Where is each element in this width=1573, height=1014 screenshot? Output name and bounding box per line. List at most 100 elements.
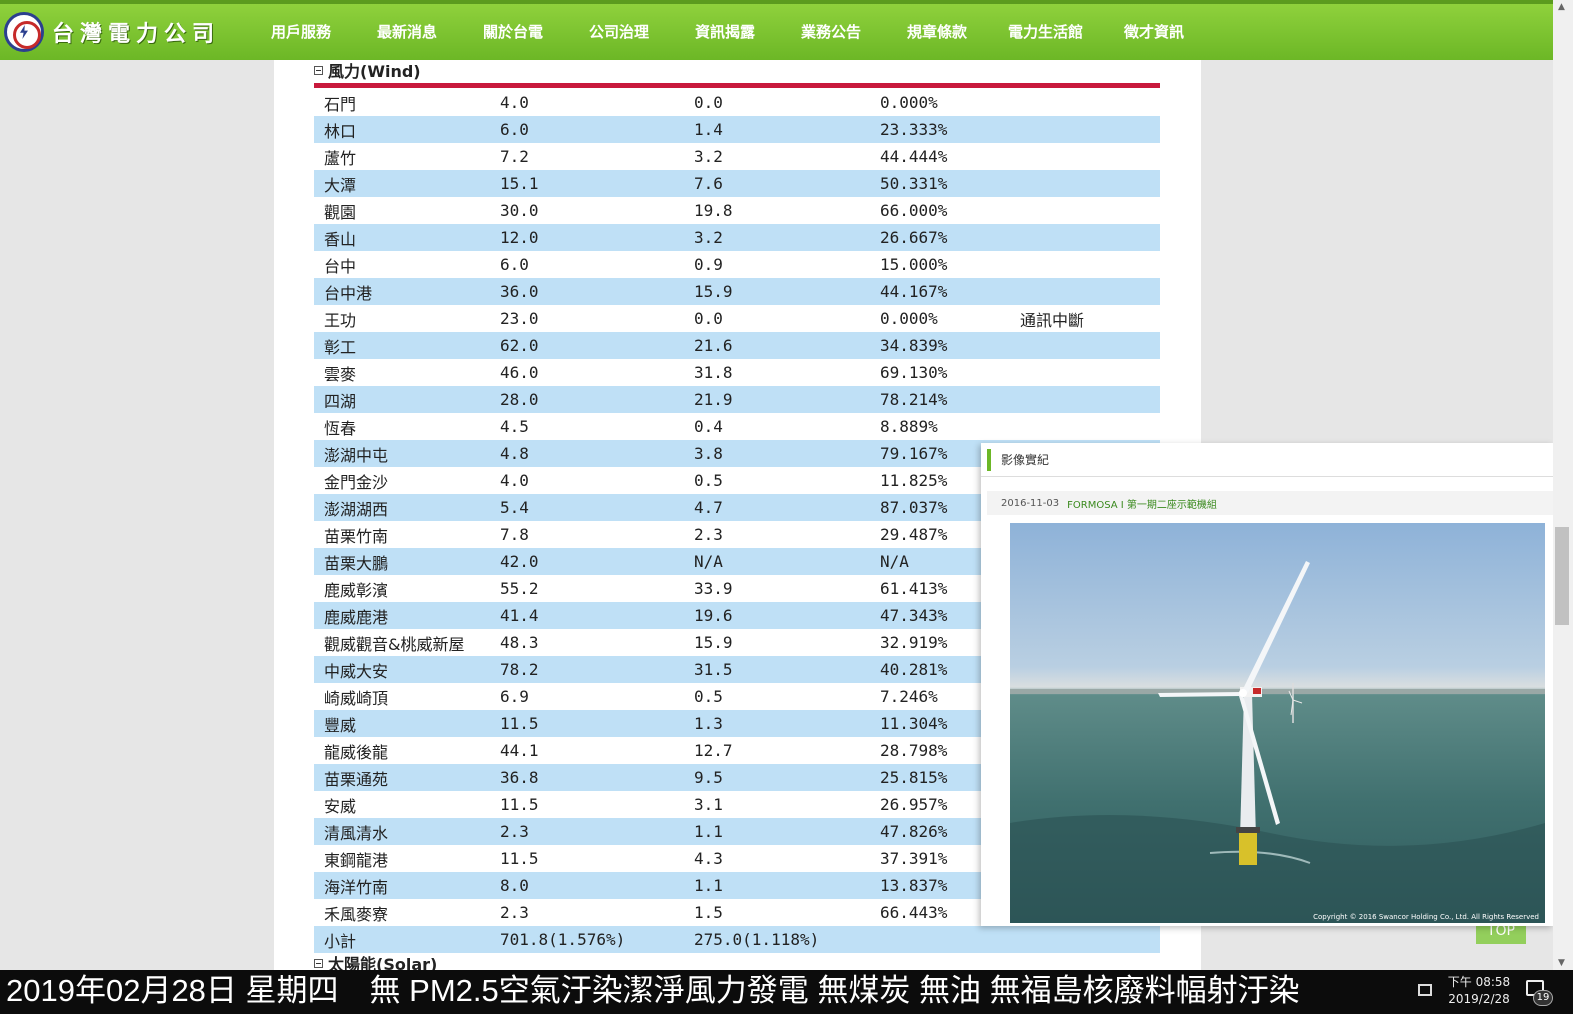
station-name: 安威: [324, 796, 357, 816]
nav-item[interactable]: 規章條款: [884, 4, 990, 60]
capacity-value: 701.8(1.576%): [500, 930, 626, 949]
capacity-value: 11.5: [500, 849, 539, 868]
page-scrollbar[interactable]: ▲ ▼: [1553, 0, 1573, 970]
notification-count-badge: 19: [1533, 990, 1553, 1006]
section-divider: [314, 83, 1160, 88]
table-row: 四湖 28.0 21.9 78.214%: [314, 386, 1160, 413]
nav-item[interactable]: 資訊揭露: [672, 4, 778, 67]
nav-item[interactable]: 業務公告: [778, 4, 884, 60]
scroll-thumb[interactable]: [1555, 527, 1569, 625]
ratio-value: 50.331%: [880, 174, 948, 193]
news-ticker-bar: 2019年02月28日 星期四 無 PM2.5空氣汙染潔淨風力發電 無煤炭 無油…: [0, 970, 1573, 1014]
capacity-value: 12.0: [500, 228, 539, 247]
scroll-up-arrow-icon[interactable]: ▲: [1558, 2, 1565, 12]
output-value: 9.5: [694, 768, 723, 787]
station-name: 恆春: [324, 418, 357, 438]
capacity-value: 4.5: [500, 417, 529, 436]
station-name: 鹿威彰濱: [324, 580, 389, 600]
image-popup: 影像實紀 2016-11-03 FORMOSA I 第一期二座示範機組 Copy…: [981, 443, 1553, 926]
section-header-wind[interactable]: 風力(Wind): [314, 60, 421, 81]
ratio-value: 8.889%: [880, 417, 938, 436]
popup-accent-bar: [987, 448, 991, 471]
station-name: 四湖: [324, 391, 357, 411]
output-value: 4.3: [694, 849, 723, 868]
station-name: 觀威觀音&桃威新屋: [324, 634, 465, 654]
scroll-down-arrow-icon[interactable]: ▼: [1558, 958, 1565, 968]
capacity-value: 11.5: [500, 795, 539, 814]
capacity-value: 7.2: [500, 147, 529, 166]
output-value: 15.9: [694, 633, 733, 652]
nav-item[interactable]: 用戶服務: [248, 4, 354, 60]
nav-item[interactable]: 關於台電: [460, 4, 566, 60]
ratio-value: 15.000%: [880, 255, 948, 274]
taipower-logo[interactable]: 台灣電力公司: [4, 12, 220, 52]
wind-turbine-illustration: [1010, 561, 1545, 923]
capacity-value: 6.0: [500, 255, 529, 274]
output-value: 7.6: [694, 174, 723, 193]
ratio-value: 44.167%: [880, 282, 948, 301]
photo-copyright: Copyright © 2016 Swancor Holding Co., Lt…: [1313, 913, 1539, 921]
table-row: 台中港 36.0 15.9 44.167%: [314, 278, 1160, 305]
output-value: 3.1: [694, 795, 723, 814]
capacity-value: 36.0: [500, 282, 539, 301]
wind-turbine-photo[interactable]: Copyright © 2016 Swancor Holding Co., Lt…: [1010, 523, 1545, 923]
nav-item[interactable]: 徵才資訊: [1101, 4, 1207, 60]
ratio-value: 23.333%: [880, 120, 948, 139]
station-name: 台中港: [324, 283, 373, 303]
output-value: 12.7: [694, 741, 733, 760]
output-value: 0.9: [694, 255, 723, 274]
collapse-icon[interactable]: [314, 958, 323, 968]
capacity-value: 4.8: [500, 444, 529, 463]
capacity-value: 41.4: [500, 606, 539, 625]
ratio-value: 78.214%: [880, 390, 948, 409]
popup-header: 影像實紀: [981, 443, 1553, 477]
table-row: 恆春 4.5 0.4 8.889%: [314, 413, 1160, 440]
popup-caption[interactable]: FORMOSA I 第一期二座示範機組: [1067, 496, 1217, 511]
station-name: 龍威後龍: [324, 742, 389, 762]
table-row: 蘆竹 7.2 3.2 44.444%: [314, 143, 1160, 170]
station-name: 清風清水: [324, 823, 389, 843]
station-name: 海洋竹南: [324, 877, 389, 897]
output-value: 0.5: [694, 687, 723, 706]
capacity-value: 2.3: [500, 822, 529, 841]
output-value: 1.3: [694, 714, 723, 733]
capacity-value: 36.8: [500, 768, 539, 787]
nav-item[interactable]: 電力生活館: [990, 4, 1101, 60]
capacity-value: 62.0: [500, 336, 539, 355]
station-name: 東鋼龍港: [324, 850, 389, 870]
station-name: 澎湖中屯: [324, 445, 389, 465]
section-title: 風力(Wind): [328, 62, 421, 81]
output-value: 31.8: [694, 363, 733, 382]
capacity-value: 78.2: [500, 660, 539, 679]
capacity-value: 46.0: [500, 363, 539, 382]
output-value: N/A: [694, 552, 723, 571]
capacity-value: 42.0: [500, 552, 539, 571]
ratio-value: 66.000%: [880, 201, 948, 220]
capacity-value: 8.0: [500, 876, 529, 895]
ratio-value: 34.839%: [880, 336, 948, 355]
output-value: 31.5: [694, 660, 733, 679]
collapse-icon[interactable]: [314, 65, 323, 75]
output-value: 21.6: [694, 336, 733, 355]
capacity-value: 44.1: [500, 741, 539, 760]
nav-item[interactable]: 公司治理: [566, 4, 672, 60]
tray-window-icon[interactable]: [1418, 984, 1432, 996]
nav-item[interactable]: 最新消息: [354, 4, 460, 60]
taskbar-clock[interactable]: 下午 08:58 2019/2/28: [1446, 974, 1512, 1008]
station-name: 林口: [324, 121, 357, 141]
table-row: 香山 12.0 3.2 26.667%: [314, 224, 1160, 251]
station-name: 蘆竹: [324, 148, 357, 168]
station-name: 崎威崎頂: [324, 688, 389, 708]
popup-title: 影像實紀: [1001, 453, 1050, 467]
clock-time: 下午 08:58: [1447, 975, 1511, 989]
capacity-value: 6.9: [500, 687, 529, 706]
ratio-value: 26.667%: [880, 228, 948, 247]
output-value: 1.5: [694, 903, 723, 922]
station-name: 金門金沙: [324, 472, 389, 492]
main-nav: 用戶服務 最新消息 關於台電 公司治理 資訊揭露 業務公告 規章條款 電力生活館 徵才資訊: [248, 4, 1207, 67]
table-row: 台中 6.0 0.9 15.000%: [314, 251, 1160, 278]
output-value: 4.7: [694, 498, 723, 517]
capacity-value: 6.0: [500, 120, 529, 139]
capacity-value: 7.8: [500, 525, 529, 544]
output-value: 15.9: [694, 282, 733, 301]
